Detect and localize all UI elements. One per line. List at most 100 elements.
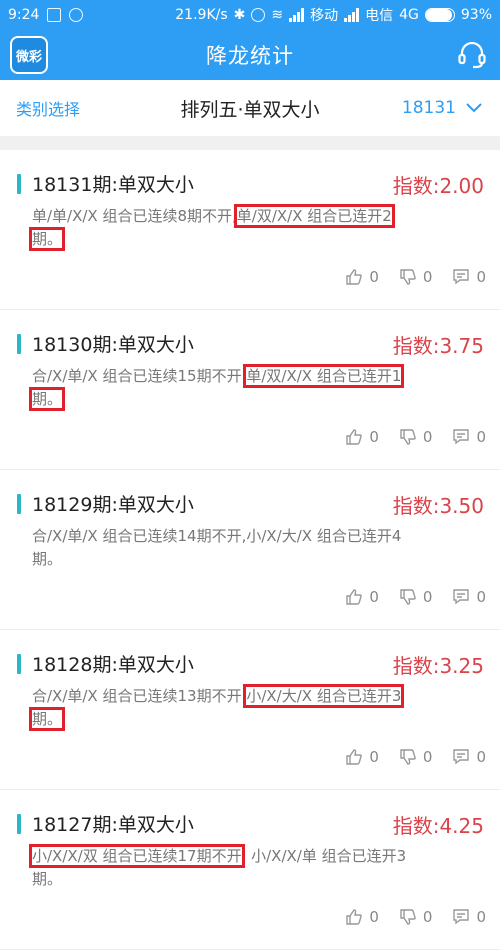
comment-button[interactable]: 0 bbox=[452, 588, 486, 606]
comment-button[interactable]: 0 bbox=[452, 268, 486, 286]
desc-part-a: 合/X/单/X 组合已连续15期不开, bbox=[32, 367, 247, 385]
item-title: 18130期:单双大小 bbox=[32, 334, 194, 356]
item-actions: 0 0 0 bbox=[345, 588, 486, 606]
signal-icon bbox=[289, 8, 305, 22]
thumb-down-icon bbox=[400, 429, 416, 445]
item-accent-bar bbox=[17, 334, 21, 354]
comment-icon bbox=[453, 269, 470, 285]
comment-button[interactable]: 0 bbox=[452, 908, 486, 926]
like-button[interactable]: 0 bbox=[345, 428, 379, 446]
comment-icon bbox=[453, 589, 470, 605]
thumb-down-icon bbox=[400, 909, 416, 925]
thumb-up-icon bbox=[346, 909, 363, 925]
item-title: 18127期:单双大小 bbox=[32, 814, 194, 836]
thumb-up-icon bbox=[346, 269, 363, 285]
carrier-2: 电信 bbox=[365, 8, 394, 24]
dislike-button[interactable]: 0 bbox=[399, 908, 432, 926]
desc-highlight-end: 期。 bbox=[28, 387, 66, 411]
desc-highlight: 小/X/X/双 组合已连续17期不开 bbox=[29, 844, 245, 868]
dislike-button[interactable]: 0 bbox=[399, 588, 432, 606]
comment-icon bbox=[453, 429, 470, 445]
app-notification-icon bbox=[69, 8, 84, 22]
desc-part-a: 合/X/单/X 组合已连续13期不开, bbox=[32, 687, 247, 705]
desc-highlight-end: 期。 bbox=[28, 227, 66, 251]
item-index: 指数:3.50 bbox=[392, 494, 484, 518]
item-actions: 0 0 0 bbox=[345, 428, 486, 446]
thumb-up-icon bbox=[346, 749, 363, 765]
usb-icon bbox=[47, 8, 62, 22]
item-description: 合/X/单/X 组合已连续13期不开,小/X/大/X 组合已连开3 期。 bbox=[28, 684, 487, 731]
item-description: 小/X/X/双 组合已连续17期不开, 小/X/X/单 组合已连开3 期。 bbox=[29, 844, 487, 891]
list-item[interactable]: 18129期:单双大小 指数:3.50 合/X/单/X 组合已连续14期不开,小… bbox=[0, 470, 500, 630]
dislike-button[interactable]: 0 bbox=[399, 428, 432, 446]
chevron-down-icon bbox=[466, 103, 482, 113]
comment-button[interactable]: 0 bbox=[452, 748, 486, 766]
app-header: 微彩 降龙统计 bbox=[0, 30, 500, 80]
item-accent-bar bbox=[17, 174, 21, 194]
carrier-1: 移动 bbox=[310, 8, 339, 24]
list-item[interactable]: 18130期:单双大小 指数:3.75 合/X/单/X 组合已连续15期不开,单… bbox=[0, 310, 500, 470]
like-button[interactable]: 0 bbox=[345, 908, 379, 926]
alarm-icon bbox=[251, 8, 266, 22]
app-logo[interactable]: 微彩 bbox=[10, 36, 48, 74]
item-index: 指数:2.00 bbox=[392, 174, 484, 198]
thumb-down-icon bbox=[400, 269, 416, 285]
desc-highlight-end: 期。 bbox=[28, 707, 66, 731]
item-description: 合/X/单/X 组合已连续15期不开,单/双/X/X 组合已连开1 期。 bbox=[28, 364, 487, 411]
like-button[interactable]: 0 bbox=[345, 748, 379, 766]
issue-select-dropdown[interactable]: 18131 bbox=[402, 98, 482, 118]
desc-part-b: , 小/X/X/单 组合已连开3 bbox=[241, 847, 407, 865]
item-title: 18131期:单双大小 bbox=[32, 174, 194, 196]
comment-icon bbox=[453, 749, 470, 765]
desc-highlight: 小/X/大/X 组合已连开3 bbox=[243, 684, 405, 708]
desc-part-b: 小/X/大/X 组合已连开4 bbox=[246, 527, 402, 545]
network-type: 4G bbox=[399, 7, 419, 23]
desc-part-a: 合/X/单/X 组合已连续14期不开, bbox=[32, 527, 247, 545]
item-actions: 0 0 0 bbox=[345, 908, 486, 926]
item-accent-bar bbox=[17, 814, 21, 834]
item-title: 18129期:单双大小 bbox=[32, 494, 194, 516]
battery-percent: 93% bbox=[460, 7, 492, 23]
dislike-button[interactable]: 0 bbox=[399, 268, 432, 286]
thumb-up-icon bbox=[346, 429, 363, 445]
comment-icon bbox=[453, 909, 470, 925]
list-item[interactable]: 18131期:单双大小 指数:2.00 单/单/X/X 组合已连续8期不开,单/… bbox=[0, 150, 500, 310]
dislike-button[interactable]: 0 bbox=[399, 748, 432, 766]
headset-icon[interactable] bbox=[456, 39, 488, 71]
item-description: 合/X/单/X 组合已连续14期不开,小/X/大/X 组合已连开4 期。 bbox=[32, 525, 487, 571]
desc-part-a: 单/单/X/X 组合已连续8期不开, bbox=[32, 207, 237, 225]
list-item[interactable]: 18128期:单双大小 指数:3.25 合/X/单/X 组合已连续13期不开,小… bbox=[0, 630, 500, 790]
item-index: 指数:3.75 bbox=[392, 334, 484, 358]
like-button[interactable]: 0 bbox=[345, 268, 379, 286]
list-item[interactable]: 18127期:单双大小 指数:4.25 小/X/X/双 组合已连续17期不开, … bbox=[0, 790, 500, 950]
desc-part-c: 期。 bbox=[32, 550, 63, 568]
like-button[interactable]: 0 bbox=[345, 588, 379, 606]
status-time: 9:24 bbox=[8, 7, 40, 23]
filter-bar: 类别选择 排列五·单双大小 18131 bbox=[0, 80, 500, 136]
desc-highlight: 单/双/X/X 组合已连开2 bbox=[233, 204, 395, 228]
item-title: 18128期:单双大小 bbox=[32, 654, 194, 676]
desc-part-c: 期。 bbox=[32, 870, 63, 888]
comment-button[interactable]: 0 bbox=[452, 428, 486, 446]
desc-highlight: 单/双/X/X 组合已连开1 bbox=[243, 364, 405, 388]
item-description: 单/单/X/X 组合已连续8期不开,单/双/X/X 组合已连开2 期。 bbox=[28, 204, 487, 251]
item-accent-bar bbox=[17, 494, 21, 514]
wifi-icon: ≋ bbox=[271, 7, 284, 23]
signal-icon-2 bbox=[344, 8, 360, 22]
item-index: 指数:3.25 bbox=[392, 654, 484, 678]
item-actions: 0 0 0 bbox=[345, 748, 486, 766]
issue-value: 18131 bbox=[401, 98, 456, 118]
item-actions: 0 0 0 bbox=[345, 268, 486, 286]
stats-list: 18131期:单双大小 指数:2.00 单/单/X/X 组合已连续8期不开,单/… bbox=[0, 150, 500, 950]
network-speed: 21.9K/s bbox=[175, 7, 228, 23]
battery-icon bbox=[424, 8, 455, 22]
bluetooth-icon: ✱ bbox=[233, 7, 246, 23]
item-accent-bar bbox=[17, 654, 21, 674]
item-index: 指数:4.25 bbox=[392, 814, 484, 838]
section-divider bbox=[0, 136, 500, 150]
thumb-down-icon bbox=[400, 589, 416, 605]
thumb-down-icon bbox=[400, 749, 416, 765]
thumb-up-icon bbox=[346, 589, 363, 605]
page-header-title: 降龙统计 bbox=[206, 44, 294, 68]
status-bar: 9:24 21.9K/s ✱ ≋ 移动 电信 4G 93% bbox=[0, 0, 500, 30]
